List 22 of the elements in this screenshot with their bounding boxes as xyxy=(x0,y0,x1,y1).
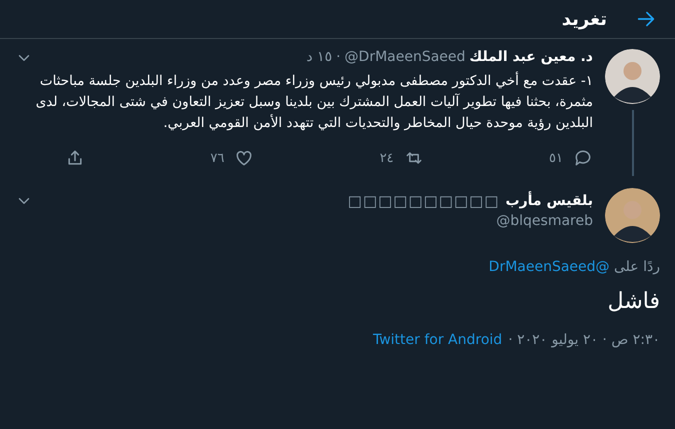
reply-to-link[interactable]: @DrMaeenSaeed xyxy=(488,259,610,275)
heart-icon[interactable] xyxy=(234,148,254,168)
reply-icon[interactable] xyxy=(573,148,593,168)
replying-label: ردًا على xyxy=(614,259,660,275)
stat-count: ٥١ xyxy=(549,150,563,166)
source-link[interactable]: Twitter for Android xyxy=(372,332,502,348)
avatar[interactable] xyxy=(605,188,660,243)
tweet-text: ١- عقدت مع أخي الدكتور مصطفى مدبولي رئيس وزراء مصر وعدد من وزراء البلدين جلسة مباحثات مثمرة، بحثنا فيها تطوير آليات العمل المشترك بين بلدينا وسبل تعزيز التعاون في شتى المجالات، لدى البلدين رؤية موحدة حيال المخاطر والتحديات التي تتهدد الأمن القومي العربي. xyxy=(34,71,593,133)
tweet-text: فاشل xyxy=(606,289,660,314)
page-title: تغريد xyxy=(562,8,607,30)
stat-count: ٧٦ xyxy=(210,150,224,166)
avatar[interactable] xyxy=(605,49,660,104)
thread-line xyxy=(632,110,634,176)
author-name[interactable]: بلقيس مأرب xyxy=(506,193,593,209)
tweet-date: ٢:٣٠ ص · ٢٠ يوليو ٢٠٢٠ · xyxy=(508,332,660,348)
author-name[interactable]: د. معين عبد الملك xyxy=(469,49,593,65)
author-handle: @DrMaeenSaeed xyxy=(344,49,466,65)
name-symbols: □□□□□□□□□□ xyxy=(348,192,500,210)
tweet-time[interactable]: ١٥ د xyxy=(306,49,332,65)
separator-dot: · xyxy=(336,49,341,65)
author-handle: @blqesmareb xyxy=(496,213,593,229)
stat-count: ٢٤ xyxy=(380,150,394,166)
